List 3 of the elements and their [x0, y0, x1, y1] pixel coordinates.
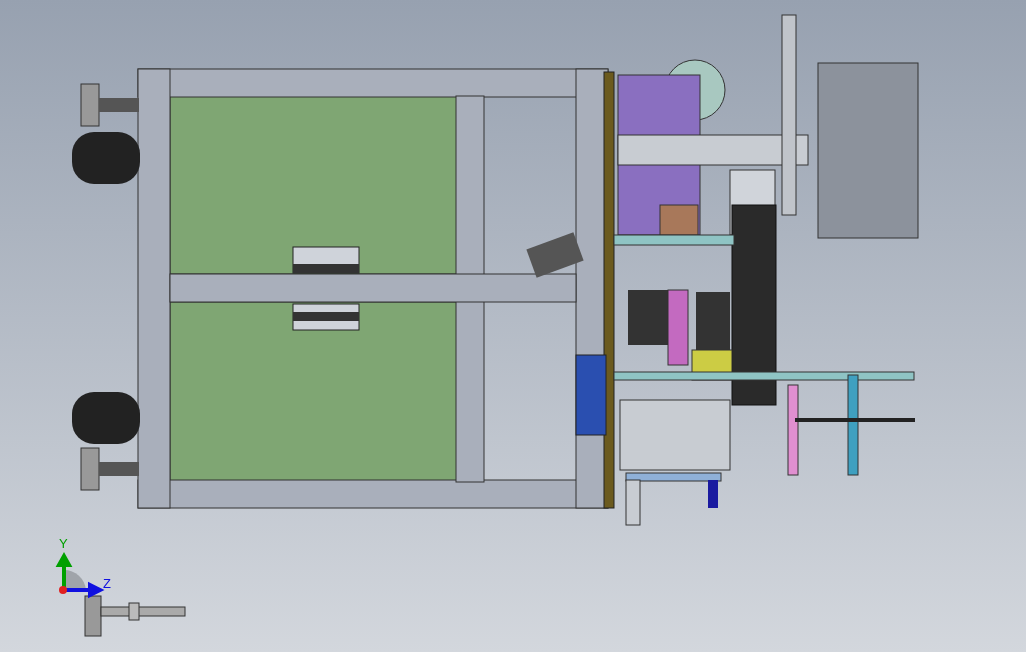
origin-dot-icon — [59, 586, 67, 594]
axis-label: Z — [103, 576, 111, 591]
axis-label: Y — [59, 536, 68, 551]
